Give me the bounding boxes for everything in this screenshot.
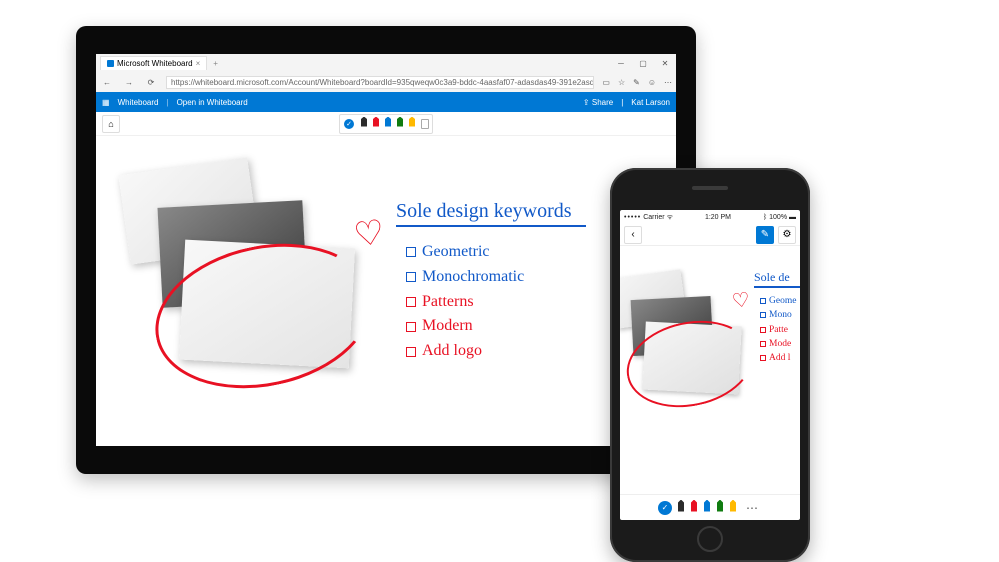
app-launcher-icon[interactable]: ▦ bbox=[102, 98, 110, 107]
list-item: Add logo bbox=[422, 339, 482, 364]
ink-title[interactable]: Sole de bbox=[754, 270, 800, 288]
list-item: Monochromatic bbox=[422, 265, 524, 290]
pen-yellow[interactable] bbox=[729, 500, 737, 516]
ink-checklist[interactable]: Geome Mono Patte Mode Add l bbox=[760, 294, 796, 365]
carrier-label: Carrier bbox=[643, 214, 664, 221]
notes-icon[interactable]: ✎ bbox=[633, 78, 640, 87]
home-button[interactable]: ⌂ bbox=[102, 115, 120, 133]
new-tab-button[interactable]: + bbox=[213, 59, 218, 68]
browser-address-bar: ← → ⟳ https://whiteboard.microsoft.com/A… bbox=[96, 72, 676, 92]
pen-tool-button[interactable]: ✎ bbox=[756, 226, 774, 244]
cursor-tool[interactable]: ✓ bbox=[658, 501, 672, 515]
more-icon[interactable]: ⋯ bbox=[664, 78, 672, 87]
pen-tray: ✓ bbox=[339, 114, 433, 134]
phone-screen: ••••• Carrier ᯤ 1:20 PM ᛒ 100% ▬ ‹ ✎ ⚙ ♡… bbox=[620, 210, 800, 520]
pen-green[interactable] bbox=[716, 500, 724, 516]
list-item: Geometric bbox=[422, 240, 490, 265]
open-in-app-link[interactable]: Open in Whiteboard bbox=[177, 98, 248, 107]
whiteboard-favicon bbox=[107, 60, 114, 67]
list-item: Patterns bbox=[422, 290, 474, 315]
window-maximize-button[interactable]: ▢ bbox=[632, 54, 654, 72]
list-item: Geome bbox=[769, 294, 796, 308]
pen-black[interactable] bbox=[677, 500, 685, 516]
settings-button[interactable]: ⚙ bbox=[778, 226, 796, 244]
forward-button[interactable]: → bbox=[122, 78, 136, 87]
ink-checklist[interactable]: Geometric Monochromatic Patterns Modern … bbox=[406, 240, 524, 364]
favorites-icon[interactable]: ☆ bbox=[618, 78, 625, 87]
phone-pen-tray: ✓ ⋯ bbox=[620, 494, 800, 520]
close-tab-icon[interactable]: × bbox=[196, 59, 201, 68]
share-icon[interactable]: ☺ bbox=[648, 78, 656, 87]
ios-status-bar: ••••• Carrier ᯤ 1:20 PM ᛒ 100% ▬ bbox=[620, 210, 800, 224]
list-item: Modern bbox=[422, 314, 473, 339]
more-tools-button[interactable]: ⋯ bbox=[742, 501, 762, 515]
list-item: Add l bbox=[769, 351, 790, 365]
refresh-button[interactable]: ⟳ bbox=[144, 78, 158, 87]
whiteboard-header: ▦ Whiteboard | Open in Whiteboard ⇪ Shar… bbox=[96, 92, 676, 112]
clock-label: 1:20 PM bbox=[705, 214, 731, 221]
list-item: Mono bbox=[769, 308, 792, 322]
phone-home-button[interactable] bbox=[697, 526, 723, 552]
cursor-tool[interactable]: ✓ bbox=[344, 119, 354, 129]
ink-heart-annotation[interactable]: ♡ bbox=[351, 212, 387, 256]
wifi-icon: ᯤ bbox=[667, 214, 673, 221]
pen-red[interactable] bbox=[372, 117, 380, 131]
pen-yellow[interactable] bbox=[408, 117, 416, 131]
battery-label: 100% bbox=[769, 214, 787, 221]
phone-toolbar: ‹ ✎ ⚙ bbox=[620, 224, 800, 246]
window-titlebar: Microsoft Whiteboard × + ─ ▢ ✕ bbox=[96, 54, 676, 72]
eraser-tool[interactable] bbox=[420, 117, 428, 131]
app-name-label: Whiteboard bbox=[118, 98, 159, 107]
share-button[interactable]: ⇪ Share bbox=[583, 98, 613, 107]
whiteboard-canvas[interactable]: ♡ Sole design keywords Geometric Monochr… bbox=[96, 136, 676, 446]
pen-black[interactable] bbox=[360, 117, 368, 131]
bluetooth-icon: ᛒ bbox=[763, 214, 767, 221]
phone-device: ••••• Carrier ᯤ 1:20 PM ᛒ 100% ▬ ‹ ✎ ⚙ ♡… bbox=[610, 168, 810, 562]
user-name-label[interactable]: Kat Larson bbox=[631, 98, 670, 107]
url-input[interactable]: https://whiteboard.microsoft.com/Account… bbox=[166, 76, 594, 89]
whiteboard-toolbar: ⌂ ✓ bbox=[96, 112, 676, 136]
pen-green[interactable] bbox=[396, 117, 404, 131]
list-item: Mode bbox=[769, 337, 791, 351]
pen-red[interactable] bbox=[690, 500, 698, 516]
phone-canvas[interactable]: ♡ Sole de Geome Mono Patte Mode Add l bbox=[620, 246, 800, 494]
pen-blue[interactable] bbox=[384, 117, 392, 131]
window-close-button[interactable]: ✕ bbox=[654, 54, 676, 72]
browser-tab-title: Microsoft Whiteboard bbox=[117, 59, 193, 68]
signal-icon: ••••• bbox=[624, 214, 641, 221]
list-item: Patte bbox=[769, 323, 788, 337]
back-button[interactable]: ← bbox=[100, 78, 114, 87]
browser-tab[interactable]: Microsoft Whiteboard × bbox=[100, 56, 207, 70]
window-minimize-button[interactable]: ─ bbox=[610, 54, 632, 72]
phone-speaker bbox=[692, 186, 728, 190]
pen-blue[interactable] bbox=[703, 500, 711, 516]
ink-heart-annotation[interactable]: ♡ bbox=[730, 287, 751, 314]
tablet-screen: Microsoft Whiteboard × + ─ ▢ ✕ ← → ⟳ htt… bbox=[96, 54, 676, 446]
tablet-device: Microsoft Whiteboard × + ─ ▢ ✕ ← → ⟳ htt… bbox=[76, 26, 696, 474]
reading-view-icon[interactable]: ▭ bbox=[602, 78, 610, 87]
back-button[interactable]: ‹ bbox=[624, 226, 642, 244]
ink-title[interactable]: Sole design keywords bbox=[396, 200, 586, 227]
